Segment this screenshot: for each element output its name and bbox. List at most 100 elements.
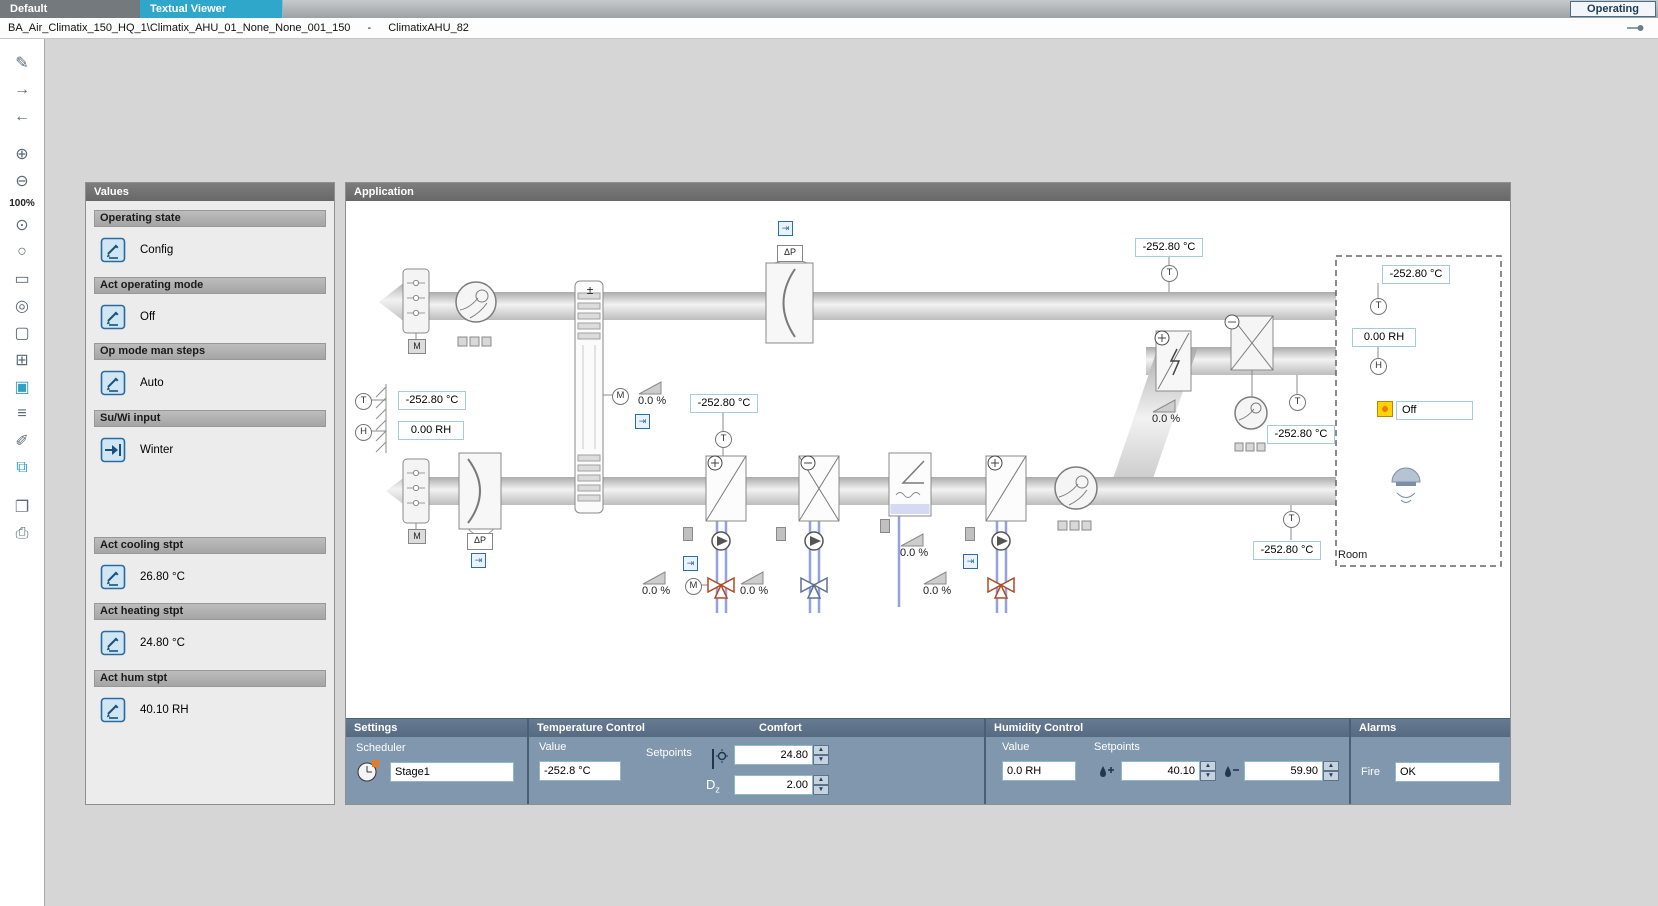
zoom-window-icon[interactable]: ▢ [9,321,35,345]
copy-page-icon[interactable]: ❐ [9,495,35,519]
breadcrumb-path: BA_Air_Climatix_150_HQ_1\Climatix_AHU_01… [8,22,350,34]
spin-up-icon[interactable]: ▲ [1323,761,1339,771]
room-label: Room [1338,549,1367,561]
outside-wall [376,384,386,453]
forced-value-icon[interactable]: ⇥ [635,414,650,429]
forced-value-icon[interactable]: ⇥ [471,553,486,568]
humidify-setpoint-spinner[interactable]: ▲▼ [1200,761,1216,781]
room-mode-indicator-icon [1377,401,1393,417]
outside-temp-sensor: T [355,393,372,410]
fresh-air-damper [403,459,429,530]
heat-recovery-position: 0.0 % [638,381,666,409]
fire-alarm-label: Fire [1361,766,1380,778]
link-view-icon[interactable]: ⧉ [9,456,35,480]
group-header-act-operating-mode: Act operating mode [94,277,326,294]
edit-icon[interactable]: ✎ [9,51,35,75]
left-toolbar: ✎ → ← ⊕ ⊖ 100% ⊙ ○ ▭ ◎ ▢ ⊞ ▣ ≡ ✐ ⧉ ❐ ⎙ [0,39,45,906]
humidify-setpoint-input[interactable]: 40.10 [1121,761,1200,781]
temperature-control-title: Temperature Control [537,719,645,737]
comfort-setpoint-input[interactable]: 24.80 [734,745,813,765]
inspect-icon[interactable]: ◎ [9,294,35,318]
forward-icon[interactable]: → [9,78,35,102]
spin-down-icon[interactable]: ▼ [1200,771,1216,781]
readout-room-humidity: 0.00 RH [1352,328,1416,347]
value-item-cooling-stpt[interactable]: 26.80 °C [100,562,326,592]
deadzone-input[interactable]: 2.00 [734,775,813,795]
position-value: 0.0 % [638,395,666,409]
group-header-act-heating-stpt: Act heating stpt [94,603,326,620]
zoom-in-icon[interactable]: ⊕ [9,142,35,166]
alarms-section: Alarms Fire OK [1351,719,1510,804]
humidity-value-field: 0.0 RH [1002,761,1076,781]
value-edit-icon [100,564,126,590]
group-header-su-wi-input: Su/Wi input [94,410,326,427]
forced-value-icon[interactable]: ⇥ [683,556,698,571]
extract-fan [1235,397,1267,451]
temperature-control-section: Temperature Control Comfort Value -252.8… [529,719,986,804]
value-item-winter[interactable]: Winter [100,435,326,465]
forced-value-icon[interactable]: ⇥ [963,554,978,569]
annotate-icon[interactable]: ✐ [9,429,35,453]
fit-view-icon[interactable]: ▣ [9,375,35,399]
tab-textual-viewer[interactable]: Textual Viewer [140,0,283,18]
breadcrumb-separator: - [368,22,372,34]
spin-up-icon[interactable]: ▲ [1200,761,1216,771]
comfort-setpoint-spinner[interactable]: ▲▼ [813,745,829,765]
damper-motor-box: M [408,529,426,544]
deadzone-spinner[interactable]: ▲▼ [813,775,829,795]
dehumidify-setpoint-spinner[interactable]: ▲▼ [1323,761,1339,781]
readout-return-duct-temp: -252.80 °C [1253,541,1321,560]
pan-grid-icon[interactable]: ⊞ [9,348,35,372]
room-humidity-sensor: H [1370,358,1387,375]
value-item-heating-stpt[interactable]: 24.80 °C [100,628,326,658]
center-view-icon[interactable]: ⊙ [9,213,35,237]
scheduler-input[interactable]: Stage1 [390,762,514,782]
ahu-diagram-area: -252.80 °C 0.00 RH -252.80 °C -252.80 °C… [346,201,1510,718]
ahu-schematic [346,201,1510,718]
heating-valve [708,578,734,598]
settings-title: Settings [354,719,397,737]
humidify-icon [1097,763,1117,783]
readout-supply-duct-temp: -252.80 °C [690,394,758,413]
value-item-auto[interactable]: Auto [100,368,326,398]
damper-motor-box: M [408,339,426,354]
magnifier-icon[interactable]: ○ [9,240,35,264]
navigate-icon[interactable] [1626,23,1644,33]
bypass-damper [766,261,813,343]
dehumidify-setpoint-input[interactable]: 59.90 [1244,761,1323,781]
zoom-rect-icon[interactable]: ▭ [9,267,35,291]
value-item-label: 40.10 RH [140,704,189,716]
plate-hx-bypass [459,453,501,534]
value-item-label: 24.80 °C [140,637,185,649]
outside-humidity-sensor: H [355,424,372,441]
spin-up-icon[interactable]: ▲ [813,745,829,755]
back-icon[interactable]: ← [9,105,35,129]
value-item-config[interactable]: Config [100,235,326,265]
zoom-level: 100% [9,198,35,209]
spin-up-icon[interactable]: ▲ [813,775,829,785]
fire-alarm-field: OK [1395,762,1500,782]
humidity-control-title: Humidity Control [994,719,1083,737]
extract-temp-sensor: T [1161,265,1178,282]
value-item-hum-stpt[interactable]: 40.10 RH [100,695,326,725]
ramp-icon [923,571,947,585]
reheat-valve [988,578,1014,598]
delta-p-sensor: ΔP [777,245,803,262]
connector-box [776,527,786,541]
connector-box [880,519,890,533]
zoom-out-icon[interactable]: ⊖ [9,169,35,193]
heat-recovery-unit [575,281,603,513]
value-edit-icon [100,630,126,656]
spin-down-icon[interactable]: ▼ [813,755,829,765]
spin-down-icon[interactable]: ▼ [1323,771,1339,781]
forced-value-icon[interactable]: ⇥ [778,221,793,236]
tab-default[interactable]: Default [0,0,140,18]
room-temp-sensor: T [1370,298,1387,315]
value-item-off[interactable]: Off [100,302,326,332]
print-icon[interactable]: ⎙ [9,522,35,546]
scheduler-clock-icon[interactable] [356,758,382,784]
layers-icon[interactable]: ≡ [9,402,35,426]
operating-button[interactable]: Operating [1570,1,1656,17]
heating-valve-motor: M [685,578,702,595]
spin-down-icon[interactable]: ▼ [813,785,829,795]
